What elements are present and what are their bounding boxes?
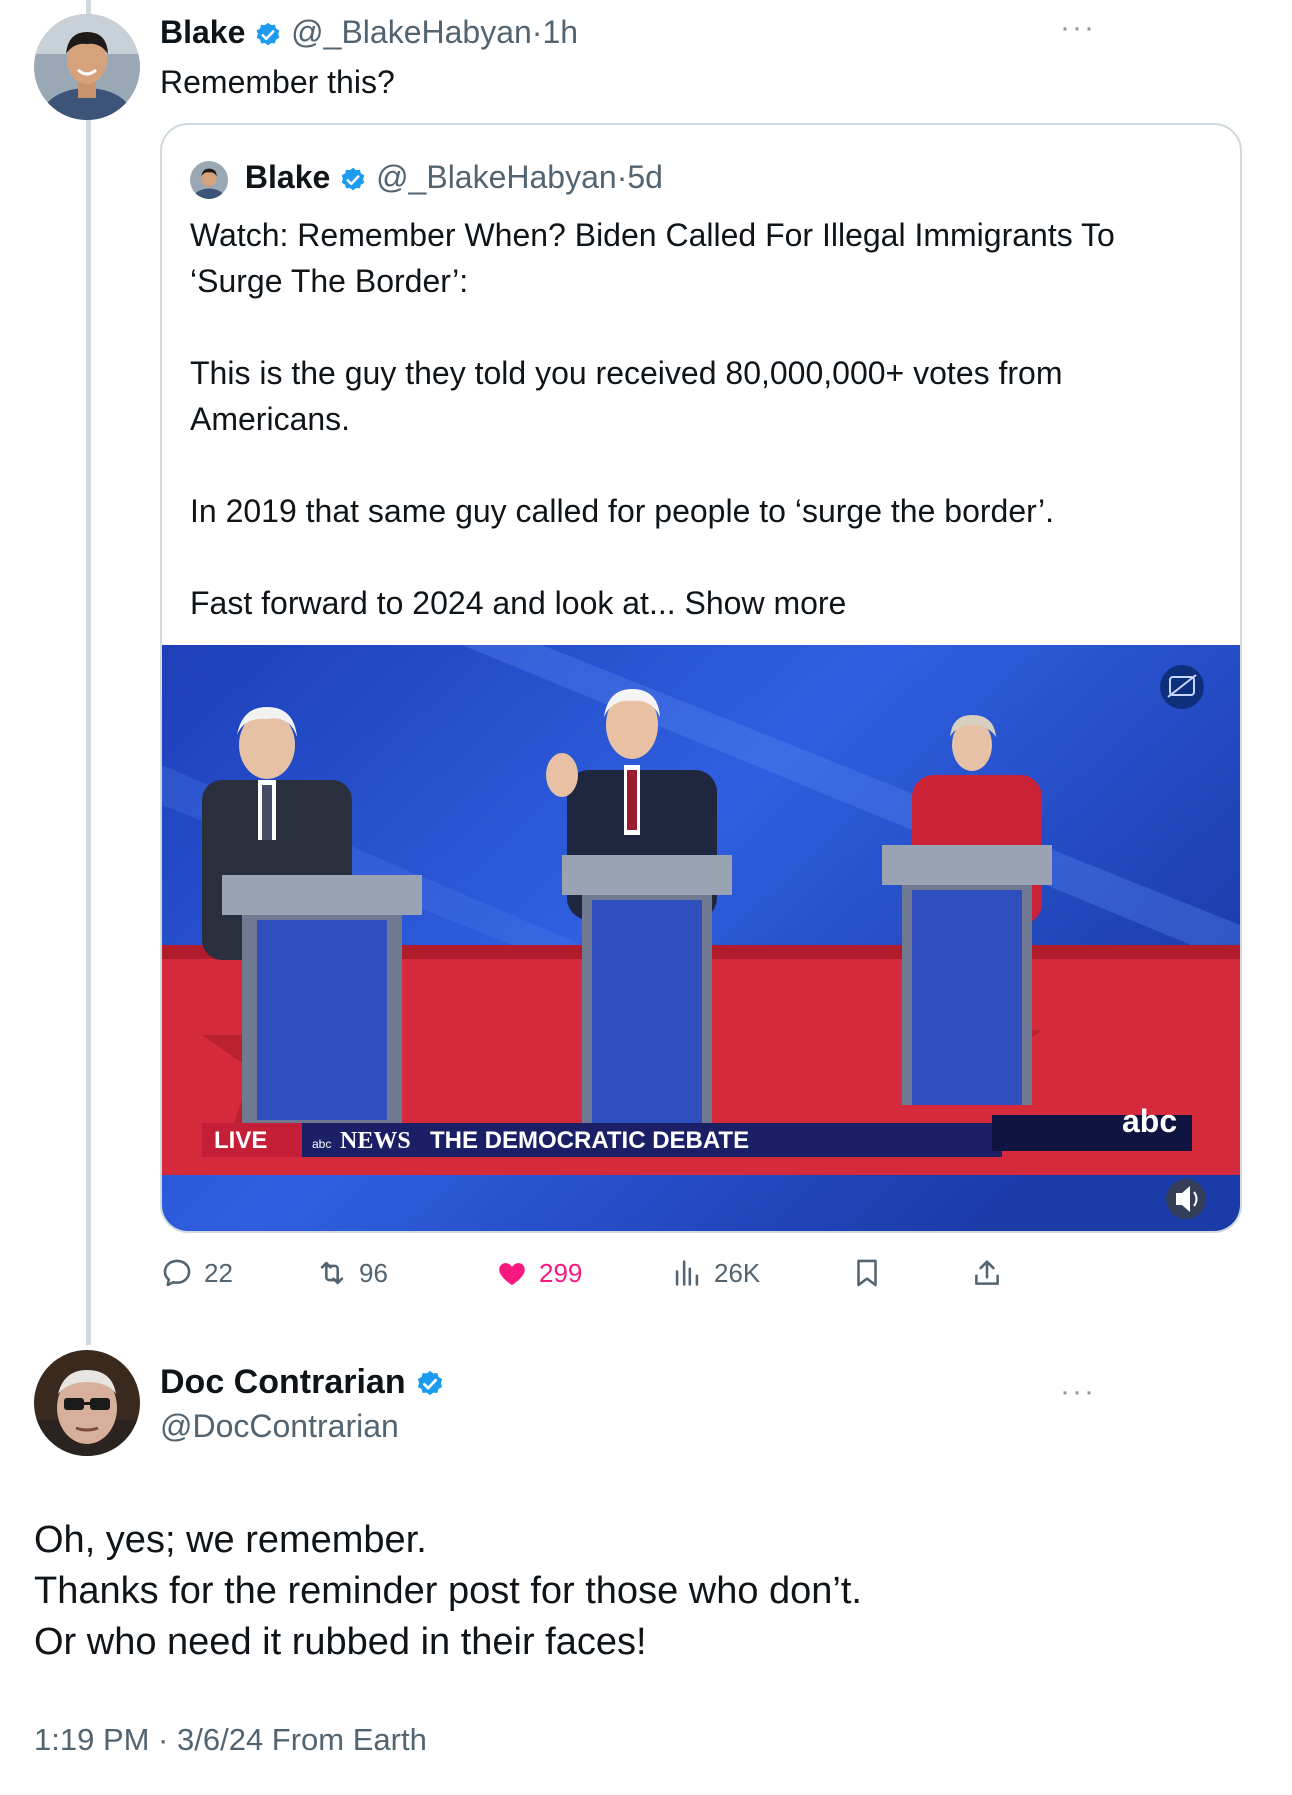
tweet1-separator: · <box>531 14 543 50</box>
like-count: 299 <box>539 1257 583 1288</box>
views-chart-icon <box>675 1260 699 1286</box>
views-button[interactable]: 26K <box>670 1248 760 1298</box>
speaker-muted-icon[interactable] <box>1166 1179 1206 1219</box>
network-label: NEWS <box>340 1128 411 1154</box>
view-count: 26K <box>714 1257 761 1288</box>
quote-handle: @_BlakeHabyan <box>376 159 617 195</box>
quote-header: Blake @_BlakeHabyan·5d <box>190 155 663 199</box>
ticker-text: THE DEMOCRATIC DEBATE <box>430 1127 749 1154</box>
reply-count: 22 <box>204 1257 233 1288</box>
repost-icon <box>320 1261 344 1285</box>
quote-para3: In 2019 that same guy called for people … <box>190 493 1054 529</box>
quoted-tweet-card[interactable]: Blake @_BlakeHabyan·5d Watch: Remember W… <box>160 123 1242 1233</box>
tweet-action-bar: 22 96 299 26K <box>160 1248 1160 1298</box>
tweet1-text: Remember this? <box>160 64 395 100</box>
share-upload-icon <box>975 1260 999 1285</box>
quote-separator: · <box>616 159 628 195</box>
video-player[interactable]: LIVE abc NEWS THE DEMOCRATIC DEBATE abc <box>162 645 1240 1231</box>
network-prefix: abc <box>312 1137 331 1151</box>
tweet2-author-name[interactable]: Doc Contrarian <box>160 1363 406 1401</box>
quote-para2-line2: Americans. <box>190 401 351 437</box>
abc-corner-logo: abc <box>1122 1103 1177 1139</box>
tweet1-header: Blake @_BlakeHabyan·1h <box>160 10 578 54</box>
quote-para2-line1: This is the guy they told you received 8… <box>190 355 1063 391</box>
verified-badge-icon <box>341 167 365 190</box>
like-button[interactable]: 299 <box>495 1248 582 1298</box>
tweet2-text: Oh, yes; we remember. Thanks for the rem… <box>34 1515 1234 1668</box>
tweet2-handle[interactable]: @DocContrarian <box>160 1404 399 1448</box>
live-label: LIVE <box>214 1127 267 1154</box>
tweet1-time[interactable]: 1h <box>542 14 578 50</box>
quote-author-name: Blake <box>244 159 331 195</box>
repost-button[interactable]: 96 <box>315 1248 388 1298</box>
tweet2-line2: Thanks for the reminder post for those w… <box>34 1570 862 1612</box>
quote-avatar <box>190 160 228 199</box>
quote-time: 5d <box>627 159 663 195</box>
tweet2-line1: Oh, yes; we remember. <box>34 1519 427 1561</box>
tweet1-author-name[interactable]: Blake <box>160 14 245 50</box>
captions-icon[interactable] <box>1160 665 1204 709</box>
tweet2-more-options-icon[interactable]: ··· <box>1060 1377 1096 1407</box>
blake-avatar[interactable] <box>34 14 140 120</box>
quote-para4: Fast forward to 2024 and look at... <box>190 585 676 621</box>
reply-button[interactable]: 22 <box>160 1248 233 1298</box>
bookmark-icon <box>857 1259 877 1287</box>
tweet2-timestamp[interactable]: 1:19 PM · 3/6/24 From Earth <box>34 1718 427 1762</box>
tweet2-header: Doc Contrarian <box>160 1360 445 1404</box>
reply-icon <box>163 1259 191 1287</box>
bookmark-button[interactable] <box>850 1248 884 1298</box>
quote-line2: ‘Surge The Border’: <box>190 263 469 299</box>
verified-badge-icon <box>417 1370 443 1396</box>
tweet2-line3: Or who need it rubbed in their faces! <box>34 1621 647 1663</box>
quote-text: Watch: Remember When? Biden Called For I… <box>190 212 1210 626</box>
quote-line1: Watch: Remember When? Biden Called For I… <box>190 217 1115 253</box>
share-button[interactable] <box>970 1248 1004 1298</box>
heart-filled-icon <box>499 1263 525 1286</box>
verified-badge-icon <box>256 22 280 45</box>
thread-connector-line <box>86 0 91 1345</box>
doc-contrarian-avatar[interactable] <box>34 1350 140 1456</box>
repost-count: 96 <box>359 1257 388 1288</box>
tweet1-handle[interactable]: @_BlakeHabyan <box>291 14 532 50</box>
tweet1-more-options-icon[interactable]: ··· <box>1060 13 1096 43</box>
show-more-link[interactable]: Show more <box>685 585 847 621</box>
